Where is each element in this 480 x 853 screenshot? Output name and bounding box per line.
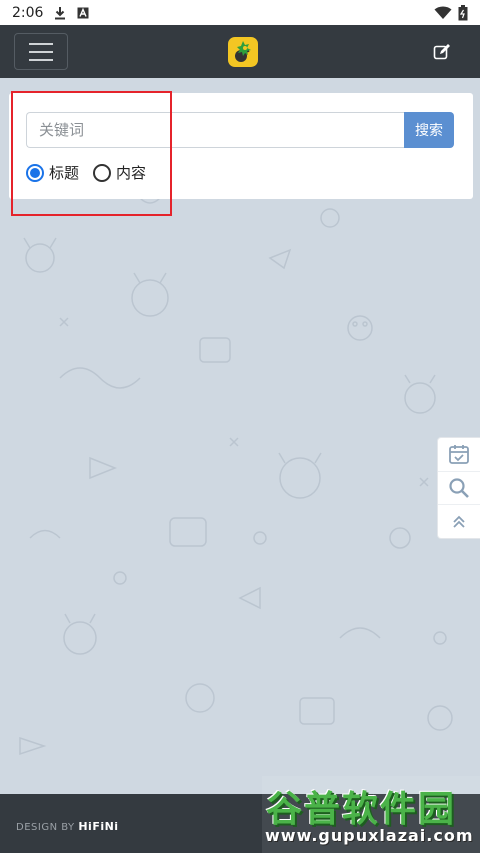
battery-icon (458, 4, 468, 21)
back-to-top-button[interactable] (438, 505, 480, 538)
footer-credit: DESIGN BY HiFiNi (16, 820, 119, 833)
app-logo[interactable] (228, 37, 258, 67)
side-tools (437, 437, 480, 539)
app-header (0, 25, 480, 78)
hamburger-icon (29, 42, 53, 45)
footer-prefix: DESIGN BY (16, 822, 75, 833)
watermark-url: www.gupuxlazai.com (265, 826, 474, 845)
download-icon (53, 6, 67, 20)
edit-button[interactable] (432, 42, 452, 62)
calendar-check-icon (449, 445, 469, 465)
side-search-button[interactable] (438, 472, 480, 506)
status-bar: 2:06 (0, 0, 480, 25)
footer-brand[interactable]: HiFiNi (78, 820, 118, 833)
a-box-icon (77, 7, 89, 19)
wifi-icon (434, 6, 452, 20)
double-chevron-up-icon (453, 515, 465, 528)
menu-button[interactable] (14, 33, 68, 70)
search-button[interactable]: 搜索 (404, 112, 454, 148)
highlight-box (11, 91, 172, 216)
status-time: 2:06 (12, 4, 44, 21)
watermark-title: 谷普软件园 (266, 789, 457, 830)
search-icon (449, 478, 469, 498)
watermark: 谷普软件园 www.gupuxlazai.com (262, 776, 480, 853)
calendar-button[interactable] (438, 438, 480, 472)
edit-icon (433, 44, 450, 60)
